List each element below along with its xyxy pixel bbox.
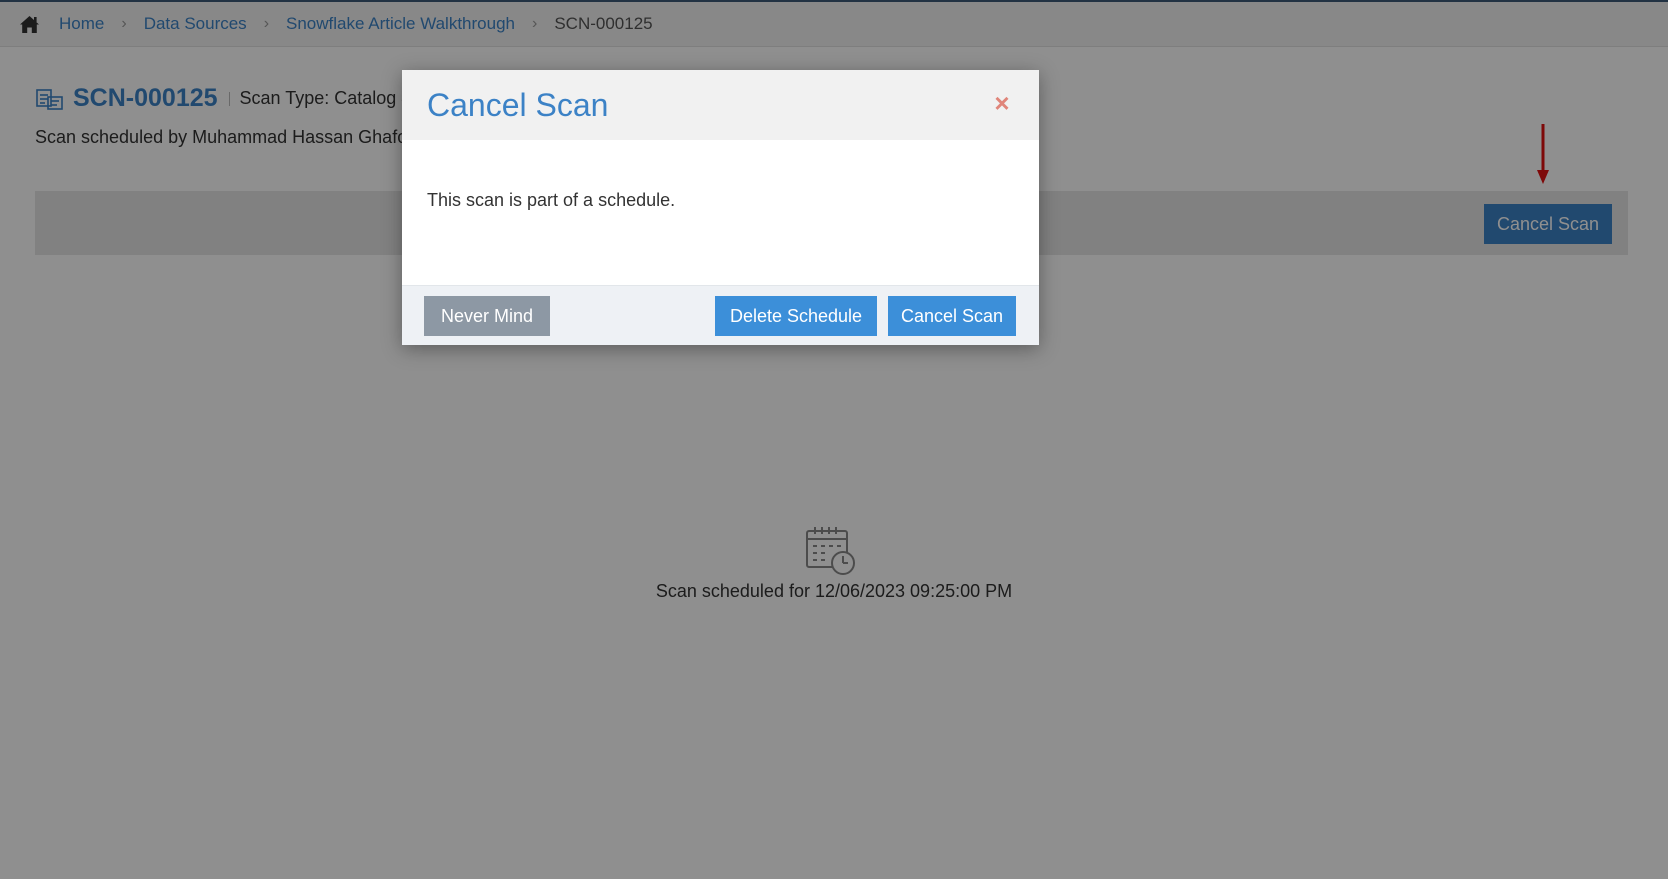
dialog-footer: Never Mind Delete Schedule Cancel Scan (402, 285, 1039, 345)
dialog-message: This scan is part of a schedule. (427, 190, 676, 210)
cancel-scan-dialog: Cancel Scan × This scan is part of a sch… (402, 70, 1039, 345)
confirm-cancel-scan-button[interactable]: Cancel Scan (888, 296, 1016, 336)
dialog-header: Cancel Scan × (402, 70, 1039, 140)
close-icon[interactable]: × (991, 90, 1013, 116)
page: Home › Data Sources › Snowflake Article … (0, 0, 1668, 879)
delete-schedule-button[interactable]: Delete Schedule (715, 296, 877, 336)
dialog-title: Cancel Scan (427, 86, 609, 123)
dialog-body: This scan is part of a schedule. (402, 140, 1039, 285)
never-mind-button[interactable]: Never Mind (424, 296, 550, 336)
